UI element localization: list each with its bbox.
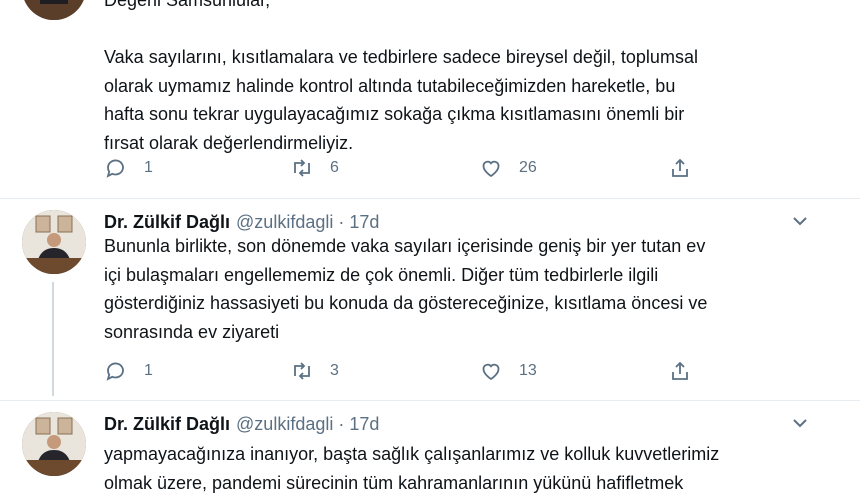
tweet-line: Vaka sayılarını, kısıtlamalara ve tedbir… <box>104 43 804 72</box>
tweet-line: Değerli Samsunlular, <box>104 0 804 15</box>
retweet-button[interactable]: 3 <box>290 356 339 386</box>
more-options-button[interactable] <box>787 410 813 436</box>
like-count: 26 <box>519 159 537 177</box>
tweet-text: yapmayacağınıza inanıyor, başta sağlık ç… <box>104 440 804 497</box>
reply-icon <box>104 359 128 383</box>
tweet-divider <box>0 400 860 401</box>
tweet-line: olmak üzere, pandemi sürecinin tüm kahra… <box>104 469 804 497</box>
avatar[interactable] <box>22 412 86 476</box>
tweet-line: hafta sonu tekrar uygulayacağımız sokağa… <box>104 100 804 129</box>
tweet-header: Dr. Zülkif Dağlı @zulkifdagli · 17d <box>104 210 379 234</box>
tweet[interactable]: Dr. Zülkif Dağlı @zulkifdagli · 17d yapm… <box>0 410 860 480</box>
like-button[interactable]: 13 <box>479 356 537 386</box>
heart-icon <box>479 359 503 383</box>
author-name[interactable]: Dr. Zülkif Dağlı <box>104 414 230 435</box>
reply-count: 1 <box>144 159 153 177</box>
tweet-header: Dr. Zülkif Dağlı @zulkifdagli · 17d <box>104 412 379 436</box>
reply-count: 1 <box>144 362 153 380</box>
reply-button[interactable]: 1 <box>104 153 153 183</box>
tweet-line: gösterdiğiniz hassasiyeti bu konuda da g… <box>104 289 804 318</box>
reply-icon <box>104 156 128 180</box>
separator-dot: · <box>338 212 344 233</box>
timestamp[interactable]: 17d <box>349 212 379 233</box>
avatar[interactable] <box>22 210 86 274</box>
author-handle[interactable]: @zulkifdagli <box>236 414 333 435</box>
like-button[interactable]: 26 <box>479 153 537 183</box>
tweet-actions: 1 3 13 <box>104 356 704 386</box>
author-name[interactable]: Dr. Zülkif Dağlı <box>104 212 230 233</box>
tweet-line: içi bulaşmaları engellememiz de çok önem… <box>104 261 804 290</box>
retweet-icon <box>290 359 314 383</box>
like-count: 13 <box>519 362 537 380</box>
tweet-actions: 1 6 26 <box>104 153 704 183</box>
share-button[interactable] <box>668 356 692 386</box>
tweet-line: olarak uymamız halinde kontrol altında t… <box>104 72 804 101</box>
chevron-down-icon <box>791 414 809 432</box>
retweet-icon <box>290 156 314 180</box>
heart-icon <box>479 156 503 180</box>
share-icon <box>668 359 692 383</box>
reply-button[interactable]: 1 <box>104 356 153 386</box>
more-options-button[interactable] <box>787 208 813 234</box>
tweet-line: sonrasında ev ziyareti <box>104 318 804 347</box>
retweet-count: 3 <box>330 362 339 380</box>
tweet-divider <box>0 198 860 199</box>
tweet-line: Bununla birlikte, son dönemde vaka sayıl… <box>104 232 804 261</box>
tweet[interactable]: Dr. Zülkif Dağlı @zulkifdagli · 17d Bunu… <box>0 208 860 398</box>
share-button[interactable] <box>668 153 692 183</box>
share-icon <box>668 156 692 180</box>
timestamp[interactable]: 17d <box>349 414 379 435</box>
tweet-text: Değerli Samsunlular, Vaka sayılarını, kı… <box>104 0 804 157</box>
avatar[interactable] <box>22 0 86 20</box>
tweet[interactable]: Değerli Samsunlular, Vaka sayılarını, kı… <box>0 0 860 200</box>
tweet-line <box>104 15 804 44</box>
tweet-text: Bununla birlikte, son dönemde vaka sayıl… <box>104 232 804 346</box>
chevron-down-icon <box>791 212 809 230</box>
retweet-button[interactable]: 6 <box>290 153 339 183</box>
retweet-count: 6 <box>330 159 339 177</box>
author-handle[interactable]: @zulkifdagli <box>236 212 333 233</box>
tweet-line: yapmayacağınıza inanıyor, başta sağlık ç… <box>104 440 804 469</box>
separator-dot: · <box>338 414 344 435</box>
